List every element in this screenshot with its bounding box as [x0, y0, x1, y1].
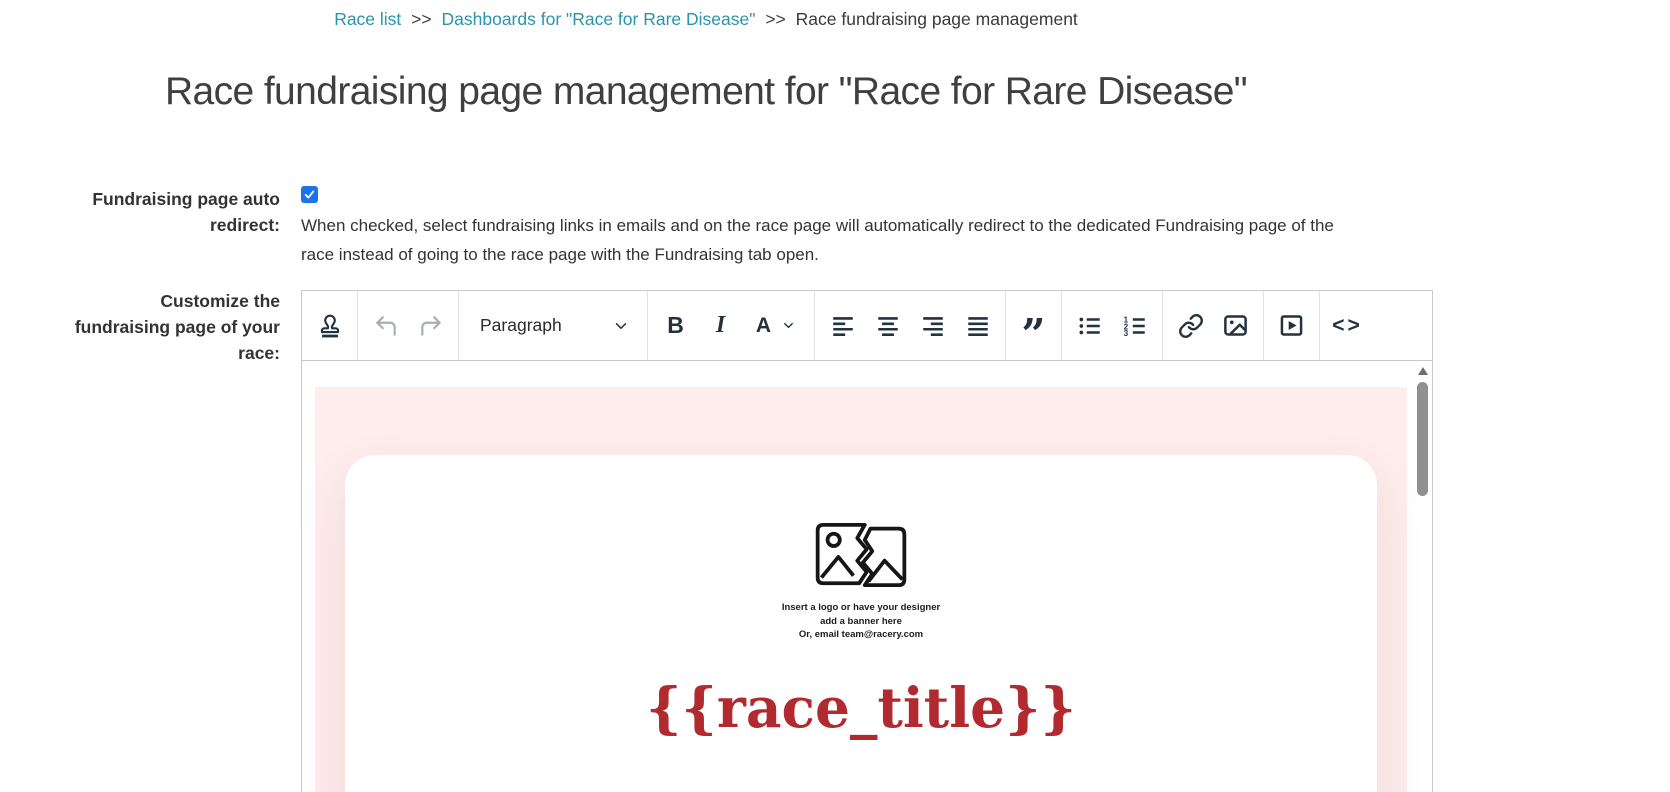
source-code-icon: <>: [1332, 313, 1363, 337]
blockquote-button[interactable]: ”: [1011, 301, 1056, 359]
breadcrumb: Race list >> Dashboards for "Race for Ra…: [0, 0, 1412, 30]
rich-text-editor: Paragraph B I A ” 1 2 3 <> Insert a logo…: [301, 290, 1433, 792]
paragraph-dropdown[interactable]: Paragraph: [464, 301, 642, 351]
align-right-icon: [922, 316, 943, 336]
toolbar-group-lists: 123: [1062, 291, 1163, 360]
page-title: Race fundraising page management for "Ra…: [164, 70, 1248, 113]
toolbar-group-text-style: B I A: [648, 291, 815, 360]
customize-row: Customize the fundraising page of your r…: [0, 288, 1433, 792]
breadcrumb-link-dashboards[interactable]: Dashboards for "Race for Rare Disease": [442, 9, 756, 29]
editor-toolbar: Paragraph B I A ” 1 2 3 <>: [302, 291, 1432, 361]
banner-placeholder-line: add a banner here: [820, 615, 902, 627]
breadcrumb-separator: >>: [765, 9, 786, 29]
page: Race list >> Dashboards for "Race for Ra…: [0, 0, 1670, 792]
text-color-button[interactable]: A: [743, 301, 809, 351]
media-icon: [1280, 315, 1303, 336]
redo-button[interactable]: [408, 301, 453, 351]
toolbar-group-history: [358, 291, 459, 360]
auto-redirect-label-col: Fundraising page auto redirect:: [0, 186, 280, 238]
editor-content-area[interactable]: Insert a logo or have your designer add …: [302, 361, 1432, 792]
paragraph-dropdown-label: Paragraph: [480, 315, 562, 335]
breadcrumb-current: Race fundraising page management: [795, 9, 1078, 29]
banner-placeholder-line: Insert a logo or have your designer: [781, 602, 941, 613]
align-right-button[interactable]: [910, 301, 955, 351]
chevron-down-icon: [615, 322, 627, 329]
toolbar-group-stamp: [302, 291, 358, 360]
align-left-icon: [832, 316, 853, 336]
fundraising-page-background: Insert a logo or have your designer add …: [315, 387, 1407, 792]
image-icon: [1224, 315, 1247, 336]
auto-redirect-row: Fundraising page auto redirect: When che…: [0, 186, 1412, 269]
toolbar-group-align: [815, 291, 1006, 360]
align-justify-button[interactable]: [955, 301, 1000, 351]
bold-button[interactable]: B: [653, 301, 698, 351]
undo-button[interactable]: [363, 301, 408, 351]
blockquote-icon: ”: [1021, 309, 1046, 359]
numbered-list-icon: 123: [1123, 315, 1145, 338]
toolbar-group-media: [1264, 291, 1320, 360]
link-button[interactable]: [1168, 301, 1213, 351]
numbered-list-button[interactable]: 123: [1112, 301, 1157, 351]
italic-icon: I: [715, 312, 726, 338]
toolbar-group-insert: [1163, 291, 1264, 360]
chevron-down-icon: [784, 322, 794, 329]
redo-icon: [420, 315, 441, 336]
undo-icon: [375, 315, 396, 336]
race-title-token[interactable]: {{race_title}}: [345, 675, 1377, 740]
scroll-up-arrow-icon[interactable]: [1417, 367, 1428, 375]
image-button[interactable]: [1213, 301, 1258, 351]
link-icon: [1178, 313, 1203, 338]
svg-text:3: 3: [1123, 329, 1128, 338]
align-center-button[interactable]: [865, 301, 910, 351]
source-code-button[interactable]: <>: [1325, 301, 1370, 351]
align-center-icon: [877, 316, 898, 336]
breadcrumb-separator: >>: [411, 9, 432, 29]
stamp-button[interactable]: [307, 301, 352, 351]
toolbar-group-format: Paragraph: [459, 291, 648, 360]
banner-placeholder-line: Or, email team@racery.com: [798, 629, 924, 640]
customize-label-col: Customize the fundraising page of your r…: [0, 288, 280, 366]
auto-redirect-description: When checked, select fundraising links i…: [301, 216, 1334, 264]
stamp-icon: [320, 314, 339, 337]
toolbar-group-quote: ”: [1006, 291, 1062, 360]
customize-field: Paragraph B I A ” 1 2 3 <> Insert a logo…: [301, 288, 1433, 792]
bullet-list-button[interactable]: [1067, 301, 1112, 351]
banner-placeholder-text[interactable]: Insert a logo or have your designer add …: [345, 601, 1377, 642]
bullet-list-icon: [1078, 317, 1100, 334]
toolbar-group-code: <>: [1320, 291, 1375, 360]
auto-redirect-label: Fundraising page auto redirect:: [92, 189, 280, 235]
editor-scrollbar[interactable]: [1415, 364, 1430, 792]
text-color-icon: A: [755, 313, 772, 337]
customize-label: Customize the fundraising page of your r…: [74, 291, 280, 363]
align-justify-icon: [967, 316, 988, 336]
bold-icon: B: [667, 312, 684, 338]
breadcrumb-link-race-list[interactable]: Race list: [334, 9, 401, 29]
auto-redirect-checkbox[interactable]: [301, 186, 318, 203]
align-left-button[interactable]: [820, 301, 865, 351]
media-button[interactable]: [1269, 301, 1314, 351]
scrollbar-thumb[interactable]: [1417, 382, 1428, 496]
fundraising-page-card: Insert a logo or have your designer add …: [345, 455, 1377, 792]
italic-button[interactable]: I: [698, 301, 743, 351]
auto-redirect-field: When checked, select fundraising links i…: [301, 186, 1412, 269]
checkmark-icon: [304, 190, 315, 199]
broken-image-icon[interactable]: [812, 521, 910, 589]
content-wrap: Race list >> Dashboards for "Race for Ra…: [0, 0, 1433, 792]
